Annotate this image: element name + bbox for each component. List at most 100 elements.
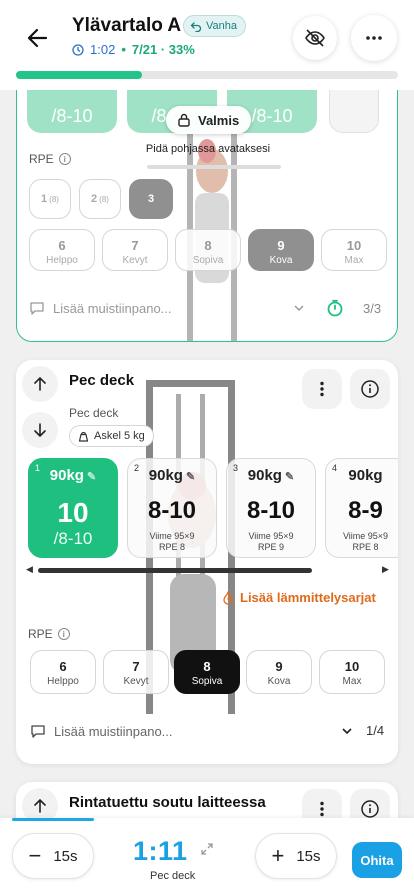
rpe-option-7[interactable]: 7 Kevyt	[102, 229, 168, 271]
set-target: /8-10	[51, 106, 93, 126]
comment-icon	[31, 725, 45, 738]
flame-icon	[223, 590, 233, 605]
exercise-title: Rintatuettu soutu laitteessa	[69, 794, 266, 811]
timer-icon[interactable]	[326, 299, 344, 317]
version-badge[interactable]: Vanha	[183, 15, 246, 37]
info-icon[interactable]: i	[57, 628, 70, 640]
sets-counter: 3/3	[363, 301, 382, 316]
undo-icon	[190, 22, 202, 32]
add-warmup-sets-button[interactable]: Lisää lämmittelysarjat	[222, 590, 376, 605]
workout-progress-bar	[16, 71, 398, 79]
scroll-right-arrow[interactable]: ▶	[382, 564, 389, 575]
valmis-label: Valmis	[198, 112, 240, 128]
previous-rpe: RPE 8	[352, 542, 379, 552]
expand-icon[interactable]	[200, 842, 214, 856]
set-card-2[interactable]: 2 90kg ✎ 8-10 Viime 95×9 RPE 8	[127, 458, 217, 558]
previous-weight-reps: Viime 95×9	[342, 531, 389, 541]
rpe-text: Sopiva	[192, 255, 224, 266]
hide-images-button[interactable]	[293, 16, 337, 60]
set-weight-row[interactable]: 90kg ✎	[227, 467, 315, 484]
rpe-option-8[interactable]: 8 Sopiva	[175, 229, 241, 271]
note-placeholder: Lisää muistiinpano...	[54, 723, 173, 739]
set-weight: 90kg	[148, 467, 183, 484]
exercise-card-pec-deck: Pec deck Pec deck Askel 5 kg 1 90kg ✎ 10 …	[16, 360, 398, 764]
exercise-subtitle: Pec deck	[69, 406, 119, 420]
rpe-value: 7	[132, 659, 140, 674]
note-field[interactable]: Lisää muistiinpano...	[29, 300, 172, 316]
timer-minus-button[interactable]: − 15s	[12, 833, 94, 879]
rpe-option-10[interactable]: 10 Max	[319, 650, 385, 694]
timer-progress-indicator	[12, 818, 94, 821]
set-reps-target: 8-10	[246, 497, 296, 524]
locked-done-button[interactable]: Valmis	[166, 106, 252, 134]
set-weight-row[interactable]: 90kg ✎	[29, 467, 117, 484]
workout-progress-fill	[16, 71, 143, 79]
exercise-title: Pec deck	[69, 372, 135, 389]
note-field[interactable]: Lisää muistiinpano...	[30, 723, 173, 739]
set-reps-target: 8-9	[348, 497, 383, 524]
rpe-label: RPE	[29, 152, 54, 166]
set-weight: 90kg	[247, 467, 282, 484]
exercise-info-button[interactable]	[350, 369, 390, 409]
rpe-option-6[interactable]: 6 Helppo	[29, 229, 95, 271]
set-card-3[interactable]: 3 90kg ✎ 8-10 Viime 95×9 RPE 9	[226, 458, 316, 558]
previous-rpe: RPE 9	[257, 542, 284, 552]
rpe-set-chip-2[interactable]: 2 (8)	[79, 179, 121, 219]
previous-result: Viime 95×9 RPE 9	[227, 531, 315, 553]
move-down-button[interactable]	[22, 412, 58, 448]
arrow-up-icon	[34, 376, 46, 391]
rest-timer-bar: − 15s 1:11 Pec deck + 15s Ohita	[0, 818, 414, 896]
exercise-menu-button[interactable]	[302, 369, 342, 409]
sets-scrollbar[interactable]	[38, 568, 312, 573]
rpe-set-chip-3[interactable]: 3	[129, 179, 173, 219]
rpe-value: 9	[277, 238, 285, 253]
timer-plus-button[interactable]: + 15s	[255, 833, 337, 879]
back-button[interactable]	[24, 24, 52, 52]
rpe-option-9[interactable]: 9 Kova	[246, 650, 312, 694]
more-vertical-icon	[320, 801, 324, 817]
weight-icon	[78, 431, 89, 442]
weight-step-chip[interactable]: Askel 5 kg	[69, 425, 154, 447]
info-icon	[361, 800, 379, 818]
chevron-down-icon[interactable]	[293, 303, 305, 313]
set-weight-row[interactable]: 90kg	[326, 467, 398, 484]
rpe-value: 8	[204, 238, 212, 253]
arrow-down-icon	[34, 423, 46, 438]
rpe-text: Max	[344, 255, 364, 266]
more-horizontal-icon	[366, 36, 382, 40]
previous-result: Viime 95×9 RPE 8	[326, 531, 398, 553]
set-card-1[interactable]: 1 90kg ✎ 10 /8-10	[28, 458, 118, 558]
set-card-4[interactable]: 4 90kg 8-9 Viime 95×9 RPE 8	[325, 458, 398, 558]
info-icon[interactable]: i	[58, 153, 71, 165]
rpe-text: Helppo	[46, 255, 78, 266]
workout-status: 1:02 • 7/21 · 33%	[72, 42, 195, 57]
rpe-label: RPE	[28, 627, 53, 641]
rpe-option-8[interactable]: 8 Sopiva	[174, 650, 240, 694]
weight-step-label: Askel 5 kg	[94, 430, 145, 442]
header: Ylävartalo A Vanha 1:02 • 7/21 · 33%	[0, 0, 414, 90]
plus-icon: +	[271, 843, 285, 868]
rpe-set-chip-1[interactable]: 1 (8)	[29, 179, 71, 219]
chevron-down-icon[interactable]	[341, 726, 353, 736]
rpe-option-6[interactable]: 6 Helppo	[30, 650, 96, 694]
set-weight-row[interactable]: 90kg ✎	[128, 467, 216, 484]
scroll-left-arrow[interactable]: ◀	[26, 564, 33, 575]
more-menu-button[interactable]	[351, 15, 397, 61]
move-up-button[interactable]	[22, 366, 58, 402]
rpe-option-7[interactable]: 7 Kevyt	[103, 650, 169, 694]
plus-label: 15s	[296, 847, 321, 865]
edit-icon: ✎	[86, 471, 97, 483]
previous-weight-reps: Viime 95×9	[248, 531, 294, 541]
info-icon	[361, 380, 379, 398]
rpe-value: 6	[59, 659, 67, 674]
comment-icon	[30, 302, 44, 315]
rpe-set-value: (8)	[49, 194, 59, 204]
eye-off-icon	[305, 29, 325, 47]
rpe-option-10[interactable]: 10 Max	[321, 229, 387, 271]
hold-progress-bar	[147, 165, 281, 169]
sets-counter: 1/4	[366, 723, 385, 738]
rpe-set-number: 1	[41, 193, 48, 205]
rpe-text: Max	[342, 676, 362, 687]
skip-rest-button[interactable]: Ohita	[352, 842, 402, 878]
rpe-option-9[interactable]: 9 Kova	[248, 229, 314, 271]
